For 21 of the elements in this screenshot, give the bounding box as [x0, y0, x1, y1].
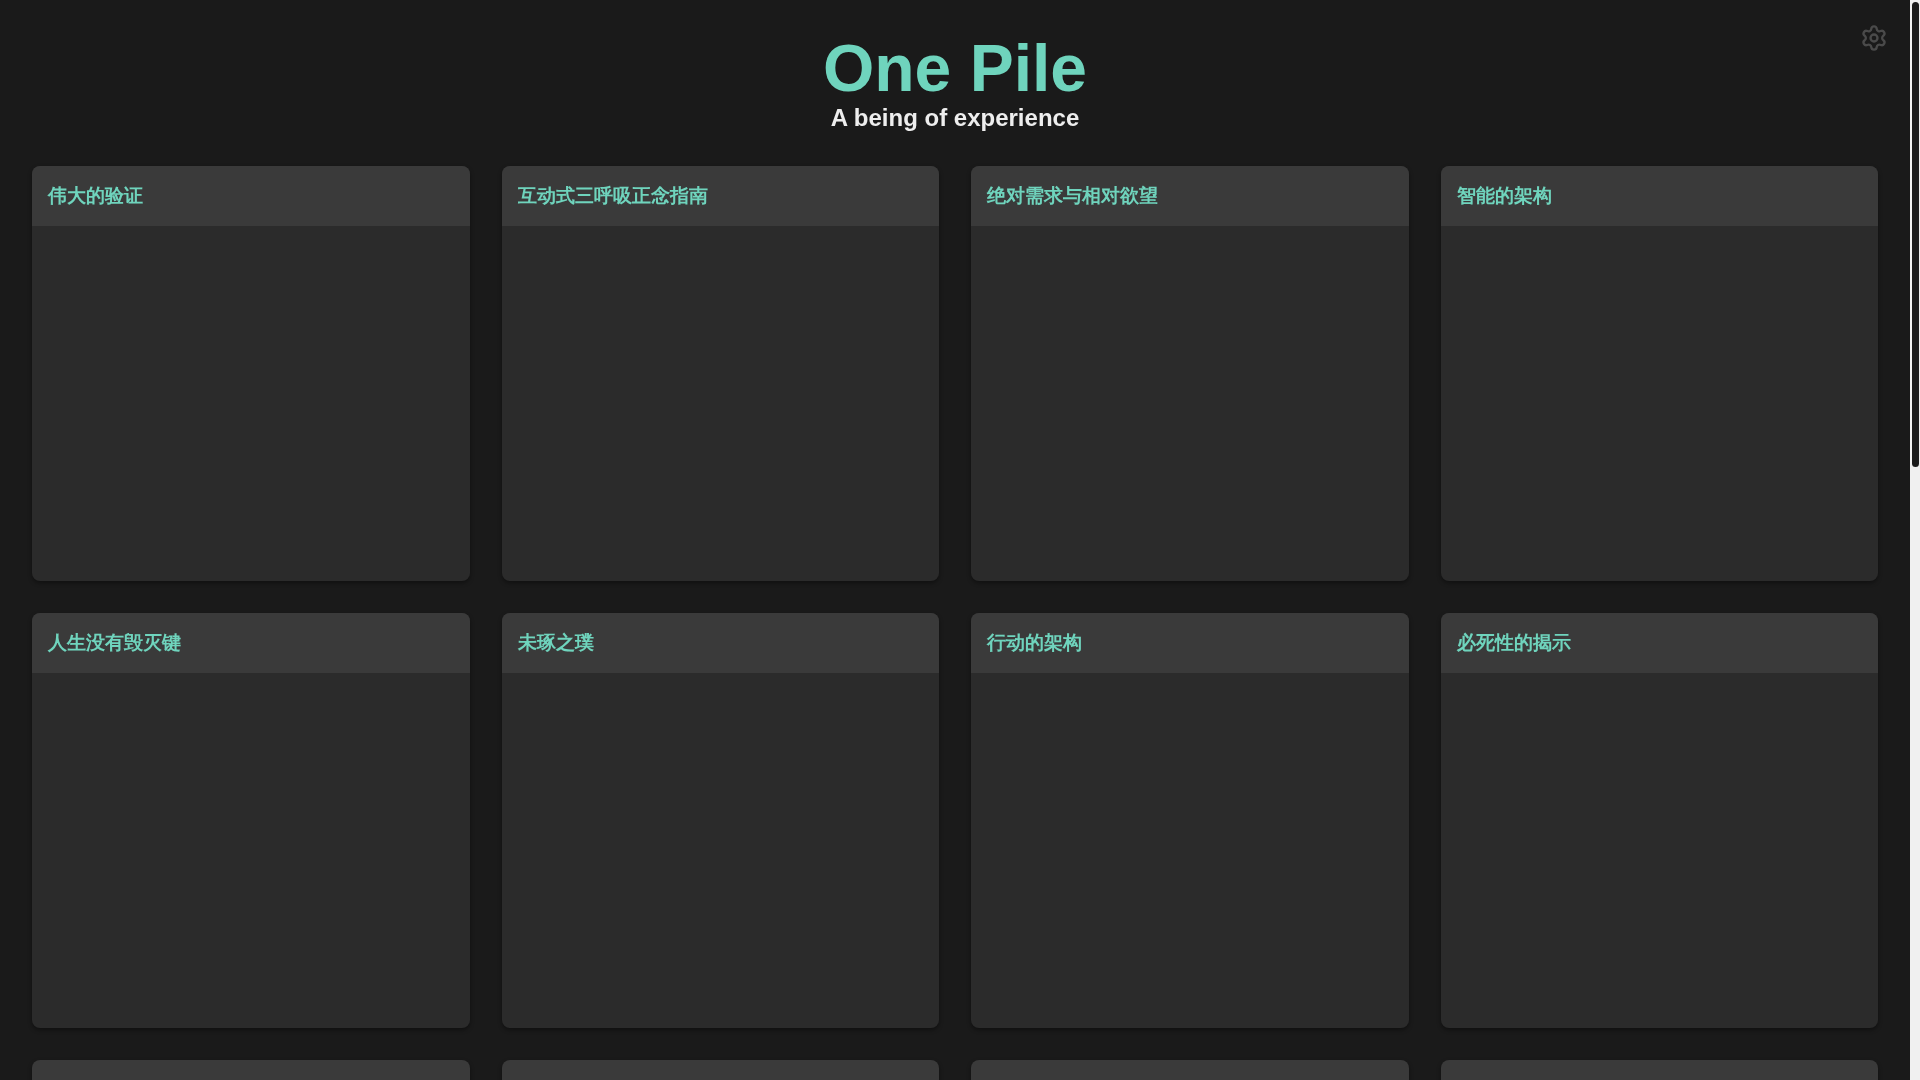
scrollbar-thumb[interactable] [1911, 2, 1919, 467]
card-title: 未琢之璞 [517, 630, 594, 655]
site-title: One Pile [822, 32, 1088, 104]
site-subtitle: A being of experience [830, 104, 1080, 132]
settings-icon[interactable] [1860, 24, 1888, 52]
card[interactable]: 伟大的验证 [32, 166, 470, 581]
card[interactable]: 行动的架构 [971, 613, 1409, 1028]
card-title: 互动式三呼吸正念指南 [517, 183, 708, 208]
card-title: 行动的架构 [987, 630, 1082, 655]
card[interactable]: 互动式三呼吸正念指南 [501, 166, 939, 581]
card[interactable]: 智能的架构 [1440, 166, 1878, 581]
card-title: 绝对需求与相对欲望 [987, 183, 1158, 208]
card-title: 伟大的验证 [48, 183, 143, 208]
card[interactable]: 未琢之璞 [501, 613, 939, 1028]
scrollbar[interactable] [1910, 0, 1920, 1080]
card-title: 必死性的揭示 [1456, 630, 1571, 655]
card[interactable]: 绝对需求与相对欲望 [971, 166, 1409, 581]
card-title: 智能的架构 [1456, 183, 1552, 208]
card-title: 人生没有毁灭键 [48, 630, 181, 655]
card[interactable]: 人生没有毁灭键 [32, 613, 470, 1028]
card[interactable]: 必死性的揭示 [1440, 613, 1878, 1028]
